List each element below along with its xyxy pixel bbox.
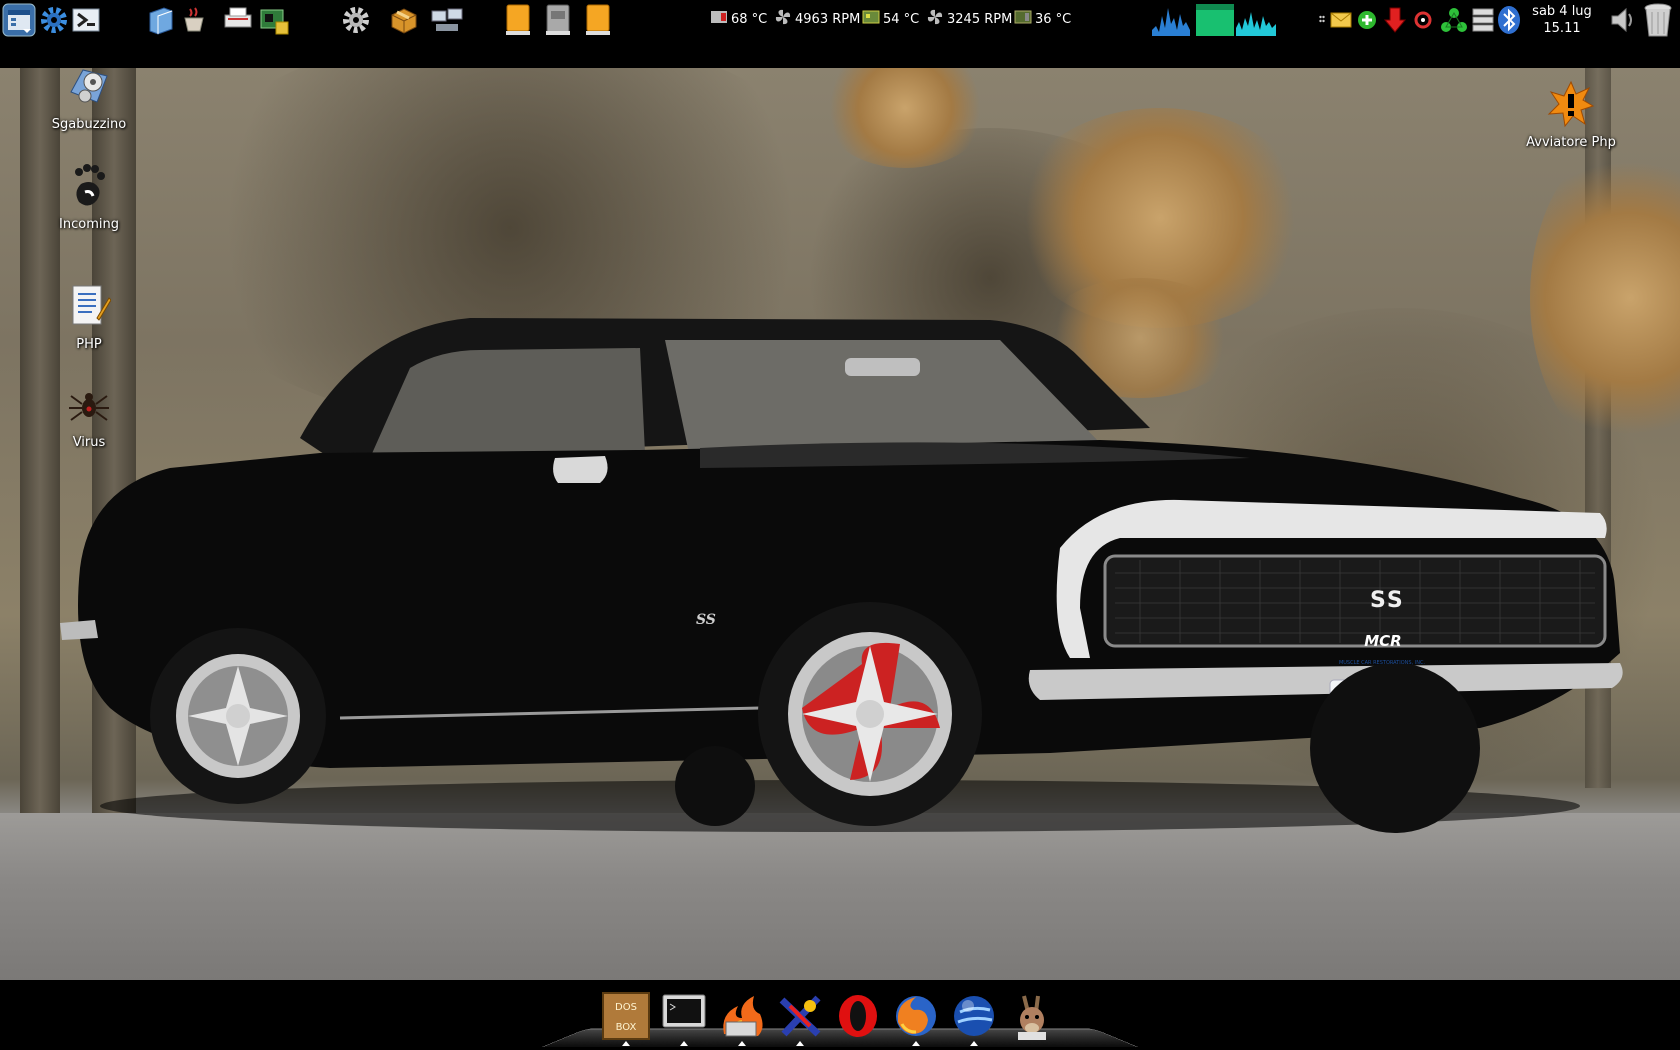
settings-gear-icon[interactable]: [38, 4, 70, 36]
drive-orange-2-icon[interactable]: [582, 4, 614, 36]
drive-gray-icon[interactable]: [542, 4, 574, 36]
fan-icon: [926, 8, 944, 30]
memory-graph-icon[interactable]: [1196, 4, 1234, 36]
running-indicator: [970, 1041, 978, 1046]
logout-arrow-icon[interactable]: [70, 4, 102, 36]
dock-item-xara[interactable]: [774, 992, 826, 1046]
sensor-value: 54 °C: [883, 11, 920, 27]
sensor-board-temp: 54 °C: [862, 10, 919, 28]
car-wallpaper: [60, 318, 1623, 833]
cpu-chip-icon: [710, 9, 728, 29]
dock: DOS BOX: [542, 986, 1138, 1050]
dock-item-terminal[interactable]: [658, 992, 710, 1046]
dock-item-firefox[interactable]: [890, 992, 942, 1046]
top-panel: 68 °C 4963 RPM 54 °C 3245 RPM 36 °C sab …: [0, 0, 1680, 68]
drive-orange-icon[interactable]: [502, 4, 534, 36]
dock-item-dosbox[interactable]: DOS BOX: [600, 992, 652, 1046]
hardware-board-icon[interactable]: [258, 4, 292, 36]
google-earth-icon: [950, 992, 998, 1044]
dosbox-icon: DOS BOX: [602, 992, 650, 1044]
sensor-cpu-temp: 68 °C: [710, 10, 767, 28]
desktop-icon-avviatore-php[interactable]: Avviatore Php: [1516, 80, 1626, 150]
fender-badge: SS: [696, 612, 716, 628]
spider-icon: [67, 384, 111, 432]
amarok-fire-icon: [718, 992, 766, 1044]
opera-icon: [834, 992, 882, 1044]
desktop-icon-label: Incoming: [59, 217, 119, 232]
rear-wheel: [150, 628, 326, 804]
handle-dots-icon[interactable]: [1318, 12, 1326, 28]
network-computers-icon[interactable]: [430, 4, 464, 36]
sensor-value: 68 °C: [731, 11, 768, 27]
package-box-icon[interactable]: [388, 4, 420, 36]
warning-burst-icon: [1547, 80, 1595, 132]
desktop-icon-sgabuzzino[interactable]: Sgabuzzino: [34, 68, 144, 132]
desktop-icon-label: Virus: [72, 435, 106, 450]
running-indicator: [912, 1041, 920, 1046]
file-manager-icon[interactable]: [146, 4, 176, 36]
running-indicator: [738, 1041, 746, 1046]
cpu-graph-icon[interactable]: [1152, 4, 1190, 36]
coffee-cup-icon[interactable]: [180, 4, 210, 36]
mail-icon[interactable]: [1330, 4, 1352, 36]
clock[interactable]: sab 4 lug 15.11: [1522, 3, 1602, 37]
dosbox-label: DOS: [615, 1002, 637, 1013]
card-icon: [1014, 9, 1032, 29]
dosbox-label-2: BOX: [616, 1022, 637, 1033]
grille-badge: SS: [1370, 588, 1405, 613]
desktop[interactable]: SS SS MCR MUSCLE CAR RESTORATIONS, INC. …: [0, 68, 1680, 980]
trash-icon[interactable]: [1640, 3, 1676, 37]
desktop-icon-virus[interactable]: Virus: [34, 384, 144, 450]
desktop-icon-label: PHP: [76, 337, 102, 352]
add-green-icon[interactable]: [1356, 4, 1378, 36]
recycle-red-icon[interactable]: [1412, 4, 1434, 36]
fan-icon: [774, 8, 792, 30]
clock-date: sab 4 lug: [1532, 4, 1592, 19]
volume-icon[interactable]: [1606, 4, 1640, 36]
folder-film-icon: [65, 68, 113, 114]
sensor-value: 36 °C: [1035, 11, 1072, 27]
sensor-fan-1: 4963 RPM: [774, 8, 861, 30]
front-wheel: [758, 602, 982, 826]
xara-icon: [776, 992, 824, 1044]
terminal-icon: [660, 992, 708, 1040]
clock-time: 15.11: [1543, 21, 1581, 36]
desktop-icon-incoming[interactable]: Incoming: [34, 162, 144, 232]
gnome-foot-icon: [67, 162, 111, 214]
desktop-icon-label: Avviatore Php: [1526, 135, 1616, 150]
plate-subtext: MUSCLE CAR RESTORATIONS, INC.: [1338, 660, 1426, 666]
running-indicator: [622, 1041, 630, 1046]
sensor-value: 3245 RPM: [947, 11, 1013, 27]
printer-icon[interactable]: [222, 4, 254, 36]
dock-item-amarok[interactable]: [716, 992, 768, 1046]
sensor-card-temp: 36 °C: [1014, 10, 1071, 28]
share-green-icon[interactable]: [1440, 4, 1468, 36]
dock-item-google-earth[interactable]: [948, 992, 1000, 1046]
main-menu-icon[interactable]: [2, 3, 36, 37]
dock-item-opera[interactable]: [832, 992, 884, 1046]
plate-text: MCR: [1364, 632, 1402, 650]
amule-donkey-icon: [1008, 992, 1056, 1046]
sensor-fan-2: 3245 RPM: [926, 8, 1013, 30]
board-icon: [862, 9, 880, 29]
desktop-icon-label: Sgabuzzino: [51, 117, 127, 132]
network-graph-icon[interactable]: [1236, 4, 1276, 36]
sensor-value: 4963 RPM: [795, 11, 861, 27]
desktop-icon-php[interactable]: PHP: [34, 282, 144, 352]
document-pencil-icon: [67, 282, 112, 334]
system-settings-gear-icon[interactable]: [340, 4, 372, 36]
dock-item-amule[interactable]: [1006, 992, 1058, 1046]
running-indicator: [796, 1041, 804, 1046]
running-indicator: [680, 1041, 688, 1046]
download-red-arrow-icon[interactable]: [1382, 4, 1408, 36]
bluetooth-icon[interactable]: [1496, 4, 1522, 36]
firefox-icon: [892, 992, 940, 1044]
network-status-icon[interactable]: [1470, 4, 1496, 36]
